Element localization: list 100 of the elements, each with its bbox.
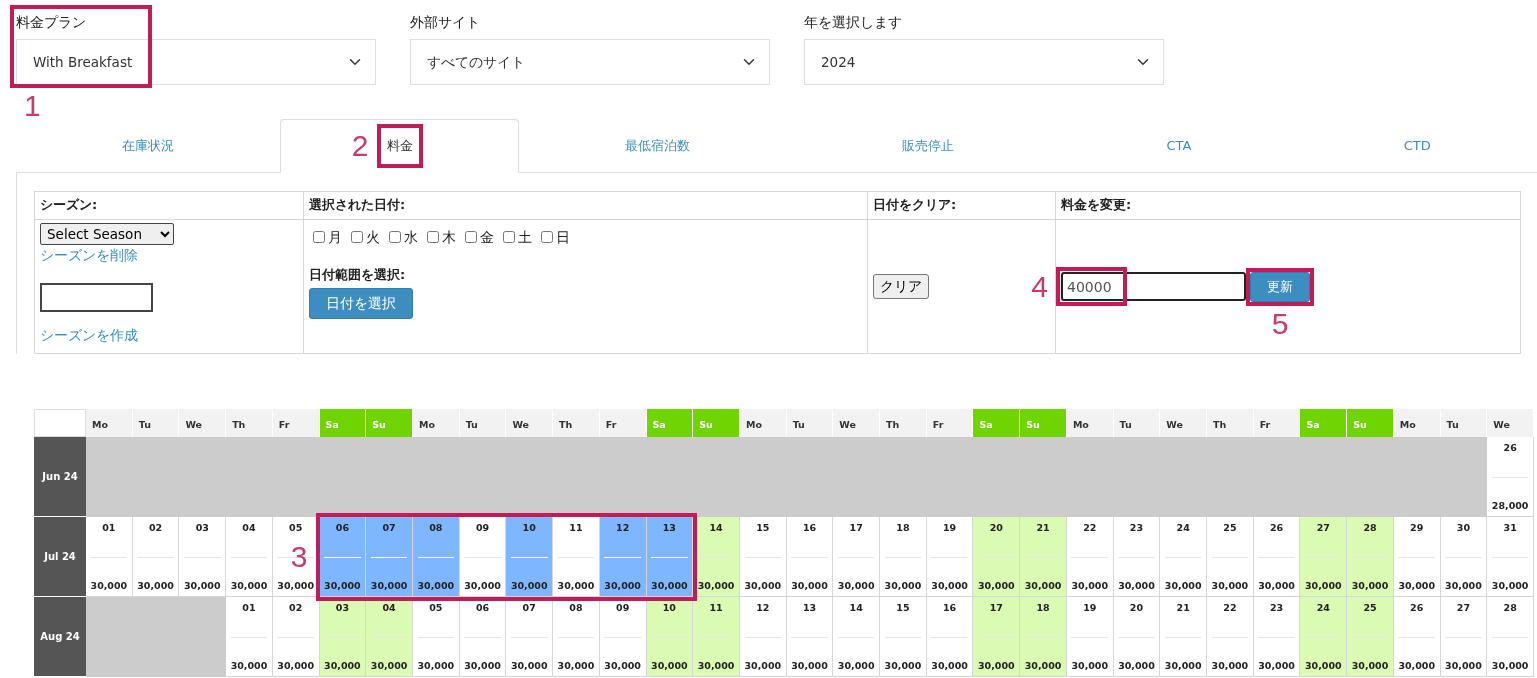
weekday-checkbox[interactable] (503, 231, 515, 244)
day-cell[interactable]: 07 30,000 (366, 517, 413, 597)
weekday-checkbox[interactable] (351, 231, 363, 244)
day-cell[interactable]: 29 30,000 (1393, 517, 1441, 597)
day-cell[interactable]: 11 30,000 (553, 517, 600, 597)
day-price: 30,000 (417, 578, 455, 593)
day-price: 30,000 (1211, 578, 1249, 593)
price-field[interactable]: 40000 (1061, 272, 1246, 301)
clear-button[interactable]: クリア (873, 274, 929, 299)
weekday-checkbox[interactable] (389, 231, 401, 244)
day-cell[interactable]: 16 30,000 (926, 597, 974, 677)
weekday-header: Sa (646, 409, 694, 437)
dropdown-field[interactable]: 2024 (804, 39, 1164, 85)
day-cell[interactable]: 30 30,000 (1440, 517, 1488, 597)
day-cell[interactable]: 16 30,000 (786, 517, 834, 597)
day-cell[interactable]: 08 30,000 (412, 517, 460, 597)
day-cell[interactable]: 13 30,000 (646, 517, 694, 597)
weekday-checkbox[interactable] (541, 231, 553, 244)
annotation-frame (1246, 267, 1314, 306)
day-cell[interactable]: 10 30,000 (506, 517, 554, 597)
tab[interactable]: CTD (1297, 119, 1537, 173)
weekday-checkbox[interactable] (313, 231, 325, 244)
day-cell[interactable]: 02 30,000 (132, 517, 180, 597)
day-number: 28 (1503, 601, 1517, 615)
day-number: 26 (1410, 601, 1424, 615)
create-season-link[interactable]: シーズンを作成 (40, 324, 138, 345)
day-cell[interactable]: 15 30,000 (739, 517, 787, 597)
day-price: 30,000 (651, 658, 688, 673)
day-number: 17 (989, 601, 1003, 615)
day-cell[interactable]: 01 30,000 (226, 597, 273, 677)
day-cell[interactable]: 17 30,000 (833, 517, 881, 597)
day-cell[interactable]: 20 30,000 (1113, 597, 1161, 677)
day-cell[interactable]: 27 30,000 (1440, 597, 1488, 677)
day-price: 30,000 (324, 578, 361, 593)
day-cell[interactable]: 23 30,000 (1113, 517, 1161, 597)
day-number: 07 (382, 521, 396, 535)
day-cell[interactable]: 27 30,000 (1300, 517, 1348, 597)
weekday-header: Mo (1066, 409, 1114, 437)
day-cell[interactable]: 18 30,000 (1020, 597, 1067, 677)
update-button[interactable]: 更新 (1250, 271, 1310, 302)
day-number: 26 (1503, 441, 1517, 455)
dropdown-field[interactable]: すべてのサイト (410, 39, 770, 85)
day-price: 30,000 (837, 578, 875, 593)
day-cell[interactable]: 23 30,000 (1253, 597, 1301, 677)
day-number: 02 (289, 601, 303, 615)
day-cell[interactable]: 25 30,000 (1207, 517, 1254, 597)
day-cell[interactable]: 15 30,000 (880, 597, 927, 677)
day-cell[interactable]: 13 30,000 (786, 597, 834, 677)
tab[interactable]: 販売停止 (796, 119, 1061, 173)
weekday-header: Mo (86, 409, 133, 437)
day-cell[interactable]: 12 30,000 (599, 517, 647, 597)
day-cell[interactable]: 28 30,000 (1347, 517, 1394, 597)
day-cell[interactable]: 18 30,000 (880, 517, 927, 597)
annotation-number: 2 (351, 130, 369, 162)
tab[interactable]: 最低宿泊数 (518, 119, 797, 173)
weekday-header: Fr (599, 409, 647, 437)
day-cell[interactable]: 11 30,000 (693, 597, 740, 677)
day-cell[interactable]: 03 30,000 (179, 517, 227, 597)
day-cell[interactable]: 14 30,000 (833, 597, 881, 677)
day-cell[interactable]: 24 30,000 (1160, 517, 1208, 597)
day-cell[interactable]: 01 30,000 (86, 517, 133, 597)
tab[interactable]: 在庫状況 (16, 119, 281, 173)
day-cell[interactable]: 19 30,000 (926, 517, 974, 597)
day-number: 22 (1083, 521, 1097, 535)
tab[interactable]: CTA (1060, 119, 1298, 173)
day-cell[interactable]: 12 30,000 (739, 597, 787, 677)
day-cell[interactable]: 26 30,000 (1253, 517, 1301, 597)
day-cell[interactable]: 21 30,000 (1160, 597, 1208, 677)
day-number: 27 (1316, 521, 1330, 535)
day-number: 09 (475, 521, 490, 535)
day-number: 12 (616, 521, 630, 535)
day-cell[interactable]: 04 30,000 (226, 517, 273, 597)
season-name-field[interactable] (40, 282, 153, 312)
day-cell[interactable]: 28 30,000 (1487, 597, 1534, 677)
day-number: 08 (569, 601, 583, 615)
day-cell[interactable]: 26 30,000 (1393, 597, 1441, 677)
day-number: 29 (1410, 521, 1424, 535)
day-cell[interactable]: 06 30,000 (319, 517, 367, 597)
day-cell[interactable]: 21 30,000 (1020, 517, 1067, 597)
weekday-header: Mo (739, 409, 787, 437)
dropdown-field[interactable]: With Breakfast (16, 39, 376, 85)
field-label: 料金プラン (16, 13, 87, 32)
day-cell[interactable]: 24 30,000 (1300, 597, 1348, 677)
day-cell[interactable]: 22 30,000 (1207, 597, 1254, 677)
day-cell[interactable]: 20 30,000 (973, 517, 1021, 597)
weekday-header: We (179, 409, 227, 437)
day-cell[interactable]: 22 30,000 (1066, 517, 1114, 597)
season-select[interactable]: Select Season (40, 223, 174, 245)
day-cell[interactable]: 09 30,000 (459, 517, 507, 597)
day-cell[interactable]: 31 30,000 (1487, 517, 1534, 597)
day-cell[interactable]: 25 30,000 (1347, 597, 1394, 677)
delete-season-link[interactable]: シーズンを削除 (40, 245, 138, 266)
select-dates-button[interactable]: 日付を選択 (309, 288, 413, 320)
weekday-checkbox[interactable] (427, 231, 439, 244)
day-price: 30,000 (604, 658, 641, 673)
day-cell[interactable]: 19 30,000 (1066, 597, 1114, 677)
day-cell[interactable]: 17 30,000 (973, 597, 1021, 677)
day-cell[interactable]: 26 28,000 (1487, 437, 1534, 517)
weekday-checkbox[interactable] (465, 231, 477, 244)
day-price: 30,000 (1398, 658, 1436, 673)
